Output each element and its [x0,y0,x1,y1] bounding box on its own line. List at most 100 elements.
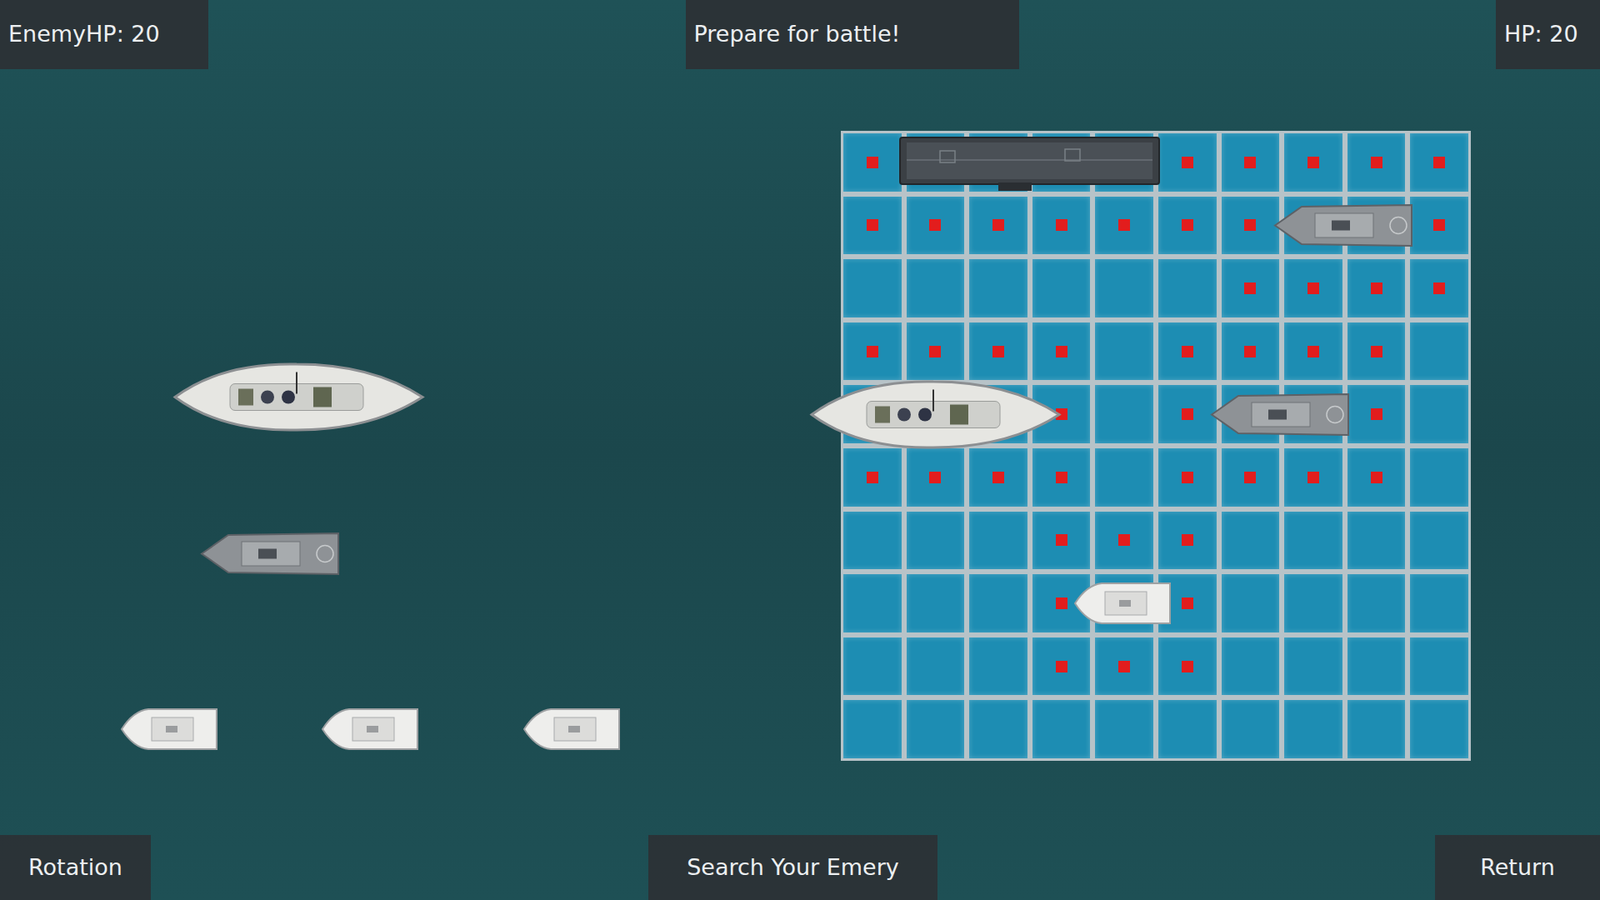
grid-cell[interactable] [1221,511,1280,570]
grid-cell[interactable] [906,448,965,507]
grid-cell[interactable] [843,511,902,570]
grid-cell[interactable] [1221,700,1280,759]
grid-cell[interactable] [906,700,965,759]
boat-icon[interactable] [320,704,423,755]
grid-cell[interactable] [1032,574,1091,633]
grid-cell[interactable] [1095,574,1154,633]
grid-cell[interactable] [1032,385,1091,444]
grid-cell[interactable] [906,133,965,192]
grid-cell[interactable] [906,511,965,570]
grid-cell[interactable] [1158,196,1217,255]
grid-cell[interactable] [843,574,902,633]
grid-cell[interactable] [1221,259,1280,318]
grid-cell[interactable] [1221,448,1280,507]
grid-cell[interactable] [1221,322,1280,381]
grid-cell[interactable] [969,196,1028,255]
grid-cell[interactable] [1158,637,1217,696]
grid-cell[interactable] [1284,511,1343,570]
grid-cell[interactable] [1158,448,1217,507]
cruiser-icon[interactable] [1273,201,1417,250]
grid-cell[interactable] [1158,259,1217,318]
grid-cell[interactable] [1158,322,1217,381]
cruiser-icon[interactable] [200,530,344,578]
grid-cell[interactable] [1347,322,1406,381]
grid-cell[interactable] [1410,133,1469,192]
grid-cell[interactable] [1221,385,1280,444]
grid-cell[interactable] [1347,196,1406,255]
grid-cell[interactable] [906,385,965,444]
grid-cell[interactable] [1347,574,1406,633]
grid-cell[interactable] [1410,322,1469,381]
board-grid[interactable] [840,130,1471,761]
grid-cell[interactable] [1158,133,1217,192]
grid-cell[interactable] [1284,385,1343,444]
grid-cell[interactable] [1347,385,1406,444]
grid-cell[interactable] [1284,259,1343,318]
grid-cell[interactable] [843,448,902,507]
grid-cell[interactable] [1347,259,1406,318]
grid-cell[interactable] [1095,448,1154,507]
grid-cell[interactable] [1410,259,1469,318]
grid-cell[interactable] [843,133,902,192]
grid-cell[interactable] [1095,259,1154,318]
grid-cell[interactable] [1095,511,1154,570]
grid-cell[interactable] [1284,322,1343,381]
cruiser-icon[interactable] [1210,390,1354,439]
grid-cell[interactable] [1347,448,1406,507]
return-button[interactable]: Return [1435,835,1600,900]
grid-cell[interactable] [1032,448,1091,507]
grid-cell[interactable] [969,322,1028,381]
grid-cell[interactable] [1158,511,1217,570]
grid-cell[interactable] [969,259,1028,318]
grid-cell[interactable] [1284,700,1343,759]
grid-cell[interactable] [1284,196,1343,255]
grid-cell[interactable] [906,574,965,633]
search-button[interactable]: Search Your Emery [648,835,938,900]
grid-cell[interactable] [1221,133,1280,192]
grid-cell[interactable] [969,637,1028,696]
grid-cell[interactable] [1410,196,1469,255]
grid-cell[interactable] [1284,448,1343,507]
grid-cell[interactable] [1284,637,1343,696]
grid-cell[interactable] [969,448,1028,507]
grid-cell[interactable] [1410,448,1469,507]
grid-cell[interactable] [1032,196,1091,255]
boat-icon[interactable] [120,704,222,755]
grid-cell[interactable] [969,385,1028,444]
grid-cell[interactable] [969,700,1028,759]
grid-cell[interactable] [1221,637,1280,696]
grid-cell[interactable] [1158,700,1217,759]
grid-cell[interactable] [1221,196,1280,255]
battleship-icon[interactable] [808,375,1063,455]
grid-cell[interactable] [969,133,1028,192]
grid-cell[interactable] [1347,700,1406,759]
grid-cell[interactable] [1032,133,1091,192]
grid-cell[interactable] [1095,322,1154,381]
grid-cell[interactable] [1095,196,1154,255]
grid-cell[interactable] [1410,637,1469,696]
grid-cell[interactable] [1032,322,1091,381]
grid-cell[interactable] [1347,511,1406,570]
carrier-icon[interactable] [898,132,1161,193]
grid-cell[interactable] [843,196,902,255]
grid-cell[interactable] [1410,700,1469,759]
grid-cell[interactable] [1410,574,1469,633]
grid-cell[interactable] [1032,259,1091,318]
grid-cell[interactable] [969,574,1028,633]
grid-cell[interactable] [843,259,902,318]
grid-cell[interactable] [1284,133,1343,192]
grid-cell[interactable] [906,196,965,255]
grid-cell[interactable] [1410,385,1469,444]
grid-cell[interactable] [906,637,965,696]
grid-cell[interactable] [843,700,902,759]
grid-cell[interactable] [1410,511,1469,570]
grid-cell[interactable] [1347,133,1406,192]
grid-cell[interactable] [1158,385,1217,444]
grid-cell[interactable] [1032,511,1091,570]
grid-cell[interactable] [1095,385,1154,444]
grid-cell[interactable] [1095,700,1154,759]
boat-icon[interactable] [1073,578,1175,629]
battleship-icon[interactable] [171,357,426,437]
grid-cell[interactable] [1347,637,1406,696]
grid-cell[interactable] [1095,637,1154,696]
